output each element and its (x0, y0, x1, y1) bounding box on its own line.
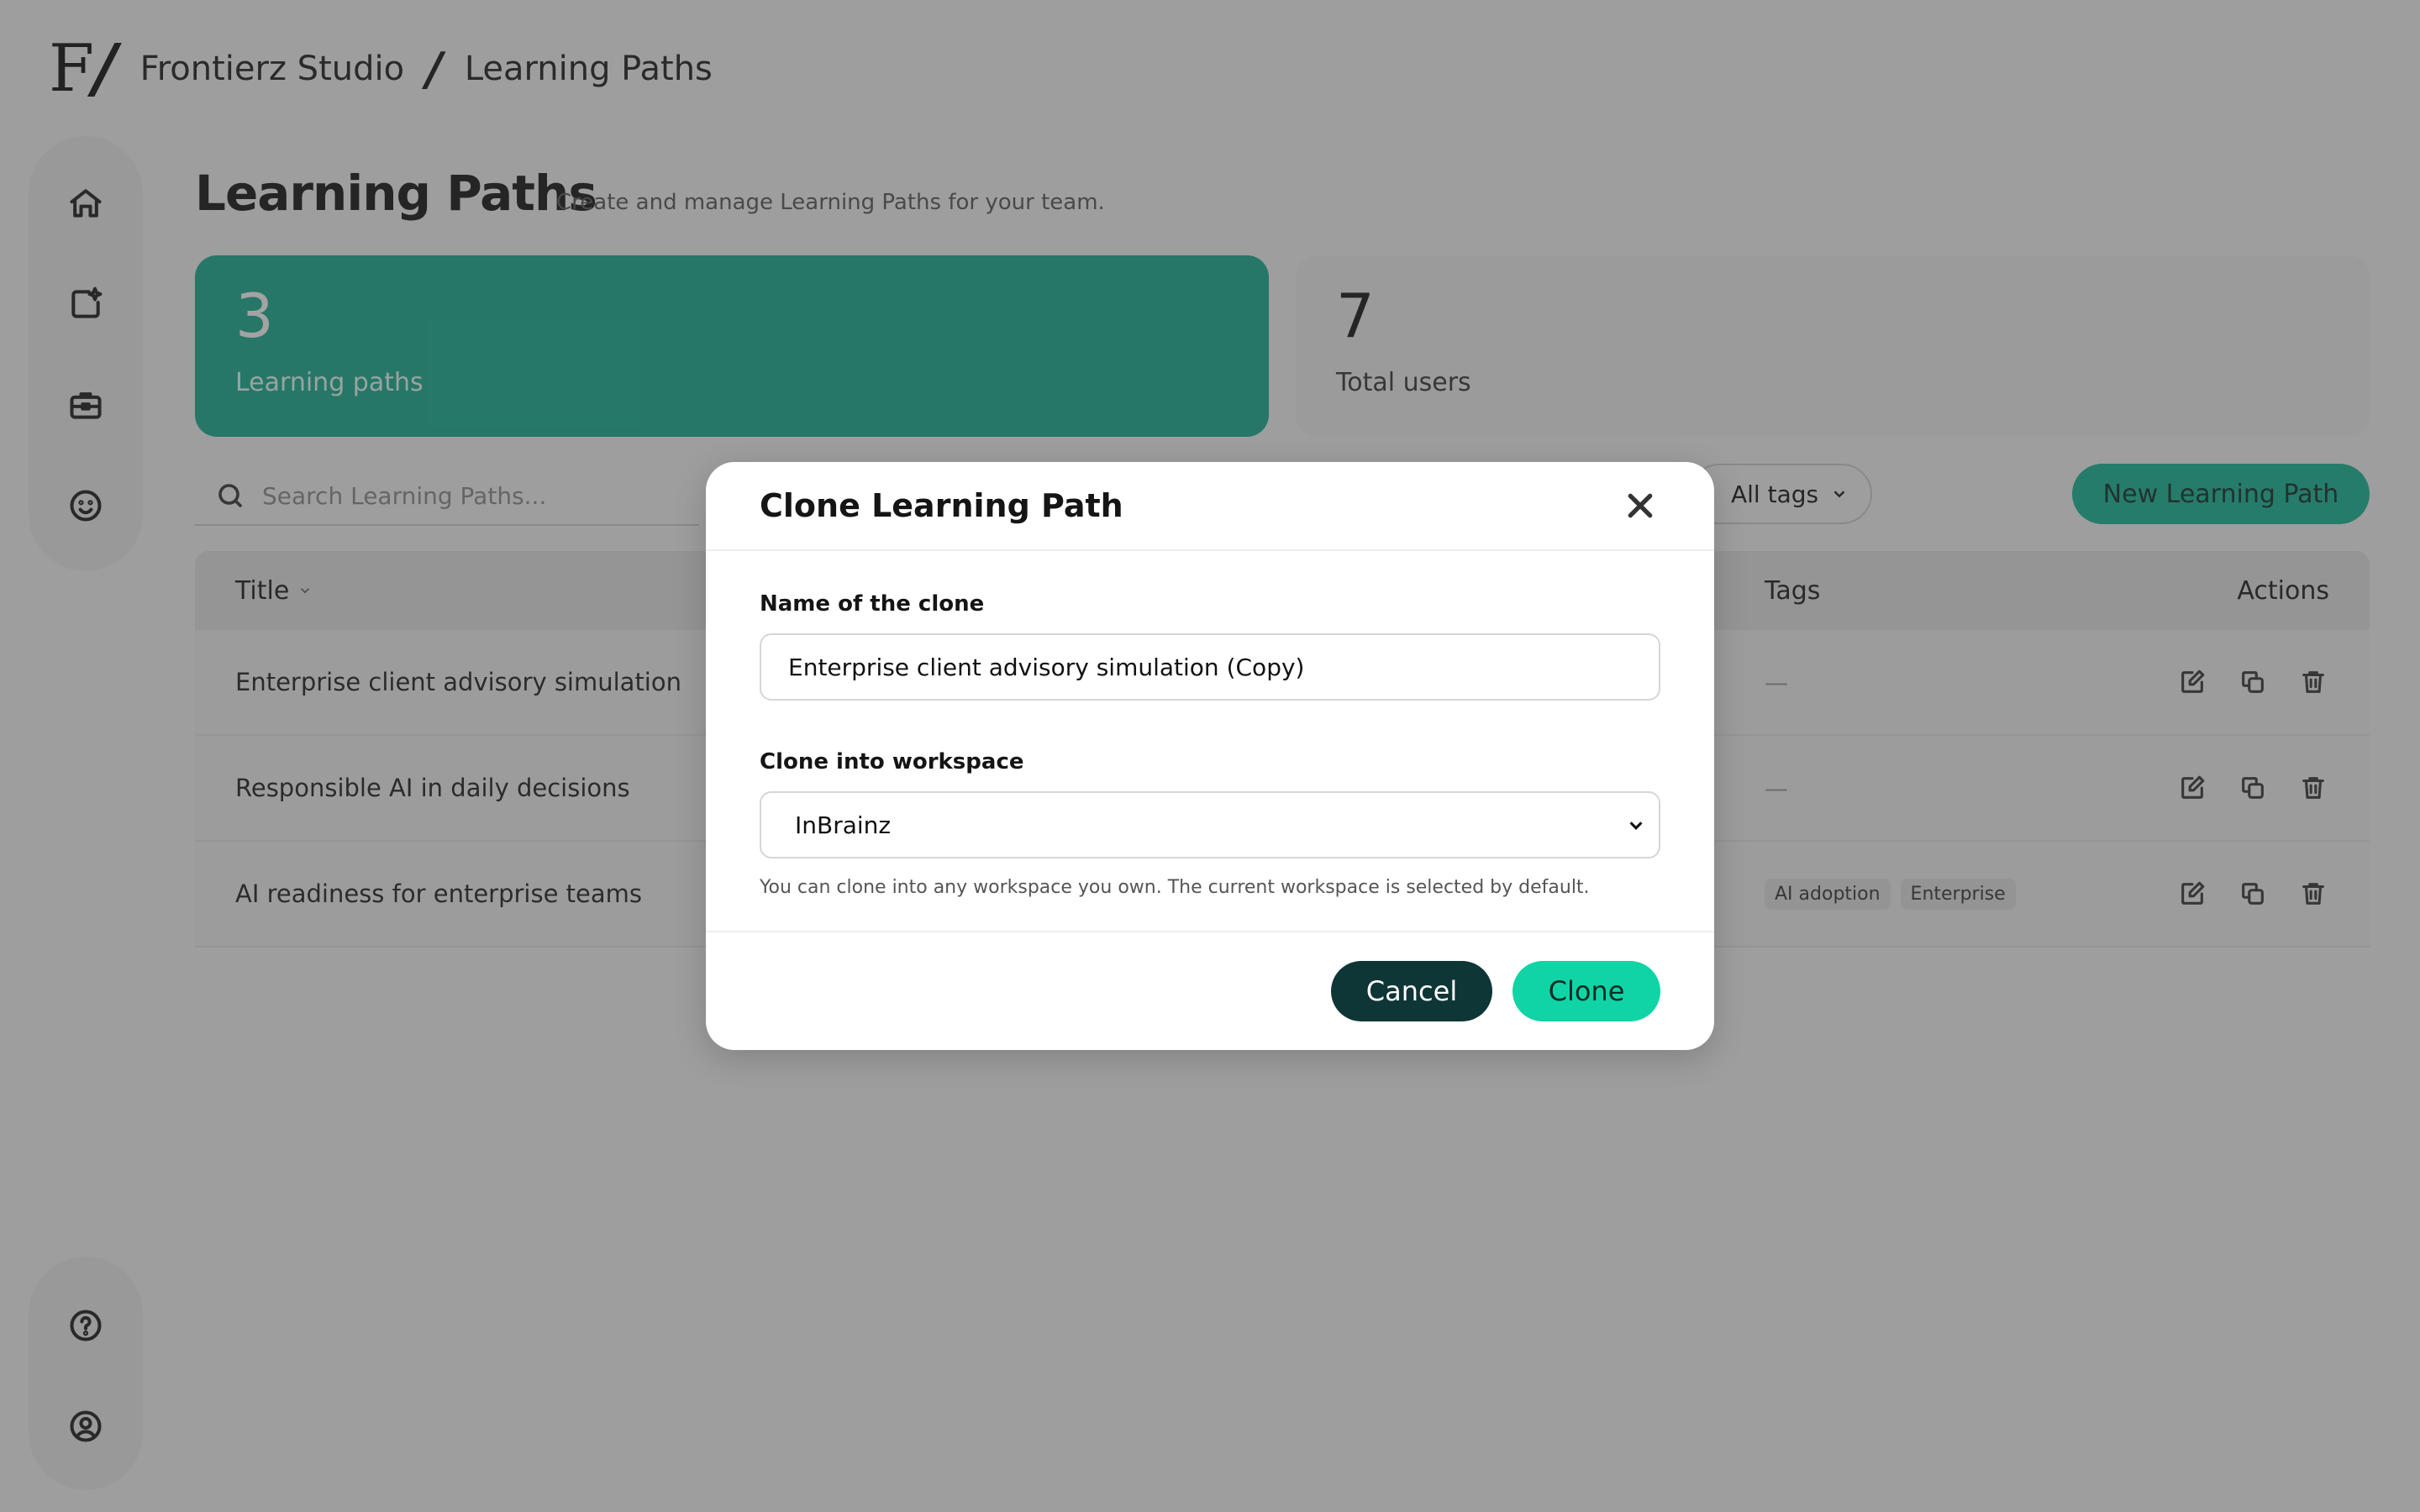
dialog-body: Name of the clone Clone into workspace I… (706, 551, 1714, 932)
clone-name-label: Name of the clone (760, 591, 985, 617)
dialog-title: Clone Learning Path (760, 487, 1123, 524)
workspace-select[interactable]: InBrainz (760, 791, 1660, 858)
app: F / Frontierz Studio / Learning Paths Lea… (0, 0, 2420, 1512)
close-icon (1628, 493, 1653, 518)
close-button[interactable] (1620, 486, 1660, 526)
clone-name-input[interactable] (760, 633, 1660, 701)
cancel-button[interactable]: Cancel (1331, 961, 1492, 1021)
dialog-header: Clone Learning Path (706, 462, 1714, 551)
clone-button[interactable]: Clone (1512, 961, 1660, 1021)
clone-learning-path-dialog: Clone Learning Path Name of the clone Cl… (706, 462, 1714, 1050)
workspace-hint: You can clone into any workspace you own… (760, 877, 1590, 898)
dialog-footer: Cancel Clone (706, 932, 1714, 1050)
chevron-down-icon (1629, 822, 1643, 830)
workspace-selected-value: InBrainz (795, 811, 892, 839)
workspace-label: Clone into workspace (760, 749, 1024, 774)
workspace-select-box[interactable]: InBrainz (760, 791, 1660, 858)
